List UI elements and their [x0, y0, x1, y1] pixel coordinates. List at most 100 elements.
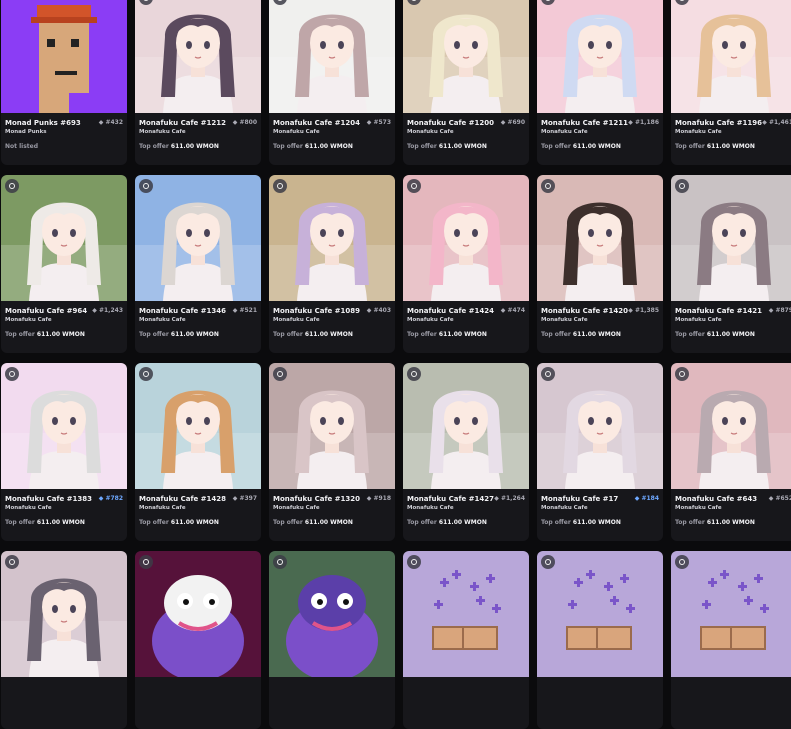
- nft-card[interactable]: Monafuku Cafe #643 ◆ #652 Monafuku Cafe Top…: [671, 363, 791, 541]
- nft-card[interactable]: Monafuku Cafe #1212 ◆ #800 Monafuku Cafe To…: [135, 0, 261, 165]
- nft-name[interactable]: Monafuku Cafe #1420: [541, 307, 628, 315]
- nft-name[interactable]: Monafuku Cafe #1346: [139, 307, 226, 315]
- nft-name[interactable]: Monafuku Cafe #1204: [273, 119, 360, 127]
- nft-grid: Monad Punks #693 ◆ #432 Monad Punks Not lis…: [0, 0, 791, 729]
- nft-thumbnail[interactable]: [269, 551, 395, 677]
- nft-artwork: [403, 175, 529, 301]
- nft-name[interactable]: Monafuku Cafe #1200: [407, 119, 494, 127]
- nft-card[interactable]: Monafuku Cafe #1427 ◆ #1,264 Monafuku Cafe…: [403, 363, 529, 541]
- nft-card[interactable]: Monad Punks #693 ◆ #432 Monad Punks Not lis…: [1, 0, 127, 165]
- select-circle-icon[interactable]: [675, 179, 689, 193]
- nft-name[interactable]: Monafuku Cafe #1424: [407, 307, 494, 315]
- nft-name[interactable]: Monafuku Cafe #17: [541, 495, 618, 503]
- select-circle-icon[interactable]: [675, 367, 689, 381]
- nft-name[interactable]: Monafuku Cafe #1196: [675, 119, 762, 127]
- offer-label: Top offer: [139, 519, 169, 526]
- select-circle-icon[interactable]: [407, 179, 421, 193]
- nft-info: Monafuku Cafe #1211 ◆ #1,186 Monafuku Cafe…: [537, 113, 663, 151]
- select-circle-icon[interactable]: [541, 367, 555, 381]
- nft-thumbnail[interactable]: [403, 0, 529, 113]
- nft-thumbnail[interactable]: [537, 551, 663, 677]
- nft-name[interactable]: Monafuku Cafe #1383: [5, 495, 92, 503]
- nft-name[interactable]: Monad Punks #693: [5, 119, 81, 127]
- nft-artwork: [671, 551, 791, 677]
- nft-thumbnail[interactable]: [269, 175, 395, 301]
- nft-card[interactable]: Monafuku Cafe #1320 ◆ #918 Monafuku Cafe To…: [269, 363, 395, 541]
- nft-name[interactable]: Monafuku Cafe #964: [5, 307, 87, 315]
- select-circle-icon[interactable]: [139, 179, 153, 193]
- nft-thumbnail[interactable]: [1, 175, 127, 301]
- select-circle-icon[interactable]: [139, 555, 153, 569]
- nft-card[interactable]: Monafuku Cafe #1421 ◆ #879 Monafuku Cafe To…: [671, 175, 791, 353]
- nft-thumbnail[interactable]: [135, 363, 261, 489]
- select-circle-icon[interactable]: [273, 555, 287, 569]
- select-circle-icon[interactable]: [273, 367, 287, 381]
- nft-card[interactable]: Monafuku Cafe #964 ◆ #1,243 Monafuku Cafe T…: [1, 175, 127, 353]
- nft-card[interactable]: Monafuku Cafe #1420 ◆ #1,385 Monafuku Cafe…: [537, 175, 663, 353]
- nft-thumbnail[interactable]: [269, 0, 395, 113]
- nft-thumbnail[interactable]: [671, 175, 791, 301]
- nft-card[interactable]: Monafuku Cafe #1200 ◆ #690 Monafuku Cafe To…: [403, 0, 529, 165]
- select-circle-icon[interactable]: [541, 555, 555, 569]
- nft-thumbnail[interactable]: [135, 0, 261, 113]
- select-circle-icon[interactable]: [675, 555, 689, 569]
- nft-name[interactable]: Monafuku Cafe #1212: [139, 119, 226, 127]
- select-circle-icon[interactable]: [5, 367, 19, 381]
- top-offer: Top offer 611.00 WMON: [407, 519, 525, 526]
- nft-name[interactable]: Monafuku Cafe #1211: [541, 119, 628, 127]
- nft-name[interactable]: Monafuku Cafe #1421: [675, 307, 762, 315]
- nft-card[interactable]: [403, 551, 529, 729]
- nft-thumbnail[interactable]: [269, 363, 395, 489]
- select-circle-icon[interactable]: [139, 367, 153, 381]
- rarity-rank: ◆ #403: [366, 307, 391, 314]
- rarity-rank: ◆ #474: [500, 307, 525, 314]
- nft-card[interactable]: Monafuku Cafe #17 ◆ #184 Monafuku Cafe Top …: [537, 363, 663, 541]
- select-circle-icon[interactable]: [273, 179, 287, 193]
- nft-card[interactable]: Monafuku Cafe #1383 ◆ #782 Monafuku Cafe To…: [1, 363, 127, 541]
- collection-name: Monafuku Cafe: [541, 505, 588, 511]
- select-circle-icon[interactable]: [541, 179, 555, 193]
- nft-card[interactable]: Monafuku Cafe #1204 ◆ #573 Monafuku Cafe To…: [269, 0, 395, 165]
- nft-thumbnail[interactable]: [135, 551, 261, 677]
- nft-card[interactable]: Monafuku Cafe #1089 ◆ #403 Monafuku Cafe To…: [269, 175, 395, 353]
- collection-name: [273, 693, 391, 702]
- nft-card[interactable]: [671, 551, 791, 729]
- nft-thumbnail[interactable]: [537, 175, 663, 301]
- nft-card[interactable]: Monafuku Cafe #1211 ◆ #1,186 Monafuku Cafe…: [537, 0, 663, 165]
- nft-thumbnail[interactable]: [537, 363, 663, 489]
- nft-name[interactable]: Monafuku Cafe #643: [675, 495, 757, 503]
- top-offer: Top offer 611.00 WMON: [541, 143, 659, 150]
- top-offer: Top offer 611.00 WMON: [139, 331, 257, 338]
- nft-name[interactable]: Monafuku Cafe #1428: [139, 495, 226, 503]
- nft-thumbnail[interactable]: [1, 0, 127, 113]
- nft-card[interactable]: Monafuku Cafe #1346 ◆ #521 Monafuku Cafe To…: [135, 175, 261, 353]
- nft-card[interactable]: Monafuku Cafe #1428 ◆ #397 Monafuku Cafe To…: [135, 363, 261, 541]
- rarity-rank: ◆ #432: [98, 119, 123, 126]
- nft-thumbnail[interactable]: [135, 175, 261, 301]
- nft-card[interactable]: [1, 551, 127, 729]
- nft-name[interactable]: Monafuku Cafe #1427: [407, 495, 494, 503]
- select-circle-icon[interactable]: [407, 555, 421, 569]
- offer-label: Top offer: [273, 143, 303, 150]
- nft-thumbnail[interactable]: [1, 363, 127, 489]
- nft-thumbnail[interactable]: [537, 0, 663, 113]
- nft-name[interactable]: Monafuku Cafe #1089: [273, 307, 360, 315]
- nft-card[interactable]: [537, 551, 663, 729]
- nft-thumbnail[interactable]: [403, 363, 529, 489]
- nft-card[interactable]: [135, 551, 261, 729]
- nft-thumbnail[interactable]: [403, 175, 529, 301]
- nft-card[interactable]: Monafuku Cafe #1196 ◆ #1,461 Monafuku Cafe…: [671, 0, 791, 165]
- select-circle-icon[interactable]: [5, 179, 19, 193]
- nft-thumbnail[interactable]: [671, 551, 791, 677]
- rarity-rank: ◆ #1,461: [762, 119, 791, 126]
- nft-thumbnail[interactable]: [671, 0, 791, 113]
- nft-thumbnail[interactable]: [1, 551, 127, 677]
- select-circle-icon[interactable]: [5, 555, 19, 569]
- offer-value: 611.00 WMON: [168, 331, 219, 338]
- nft-thumbnail[interactable]: [671, 363, 791, 489]
- nft-card[interactable]: Monafuku Cafe #1424 ◆ #474 Monafuku Cafe To…: [403, 175, 529, 353]
- select-circle-icon[interactable]: [407, 367, 421, 381]
- nft-name[interactable]: Monafuku Cafe #1320: [273, 495, 360, 503]
- nft-card[interactable]: [269, 551, 395, 729]
- nft-thumbnail[interactable]: [403, 551, 529, 677]
